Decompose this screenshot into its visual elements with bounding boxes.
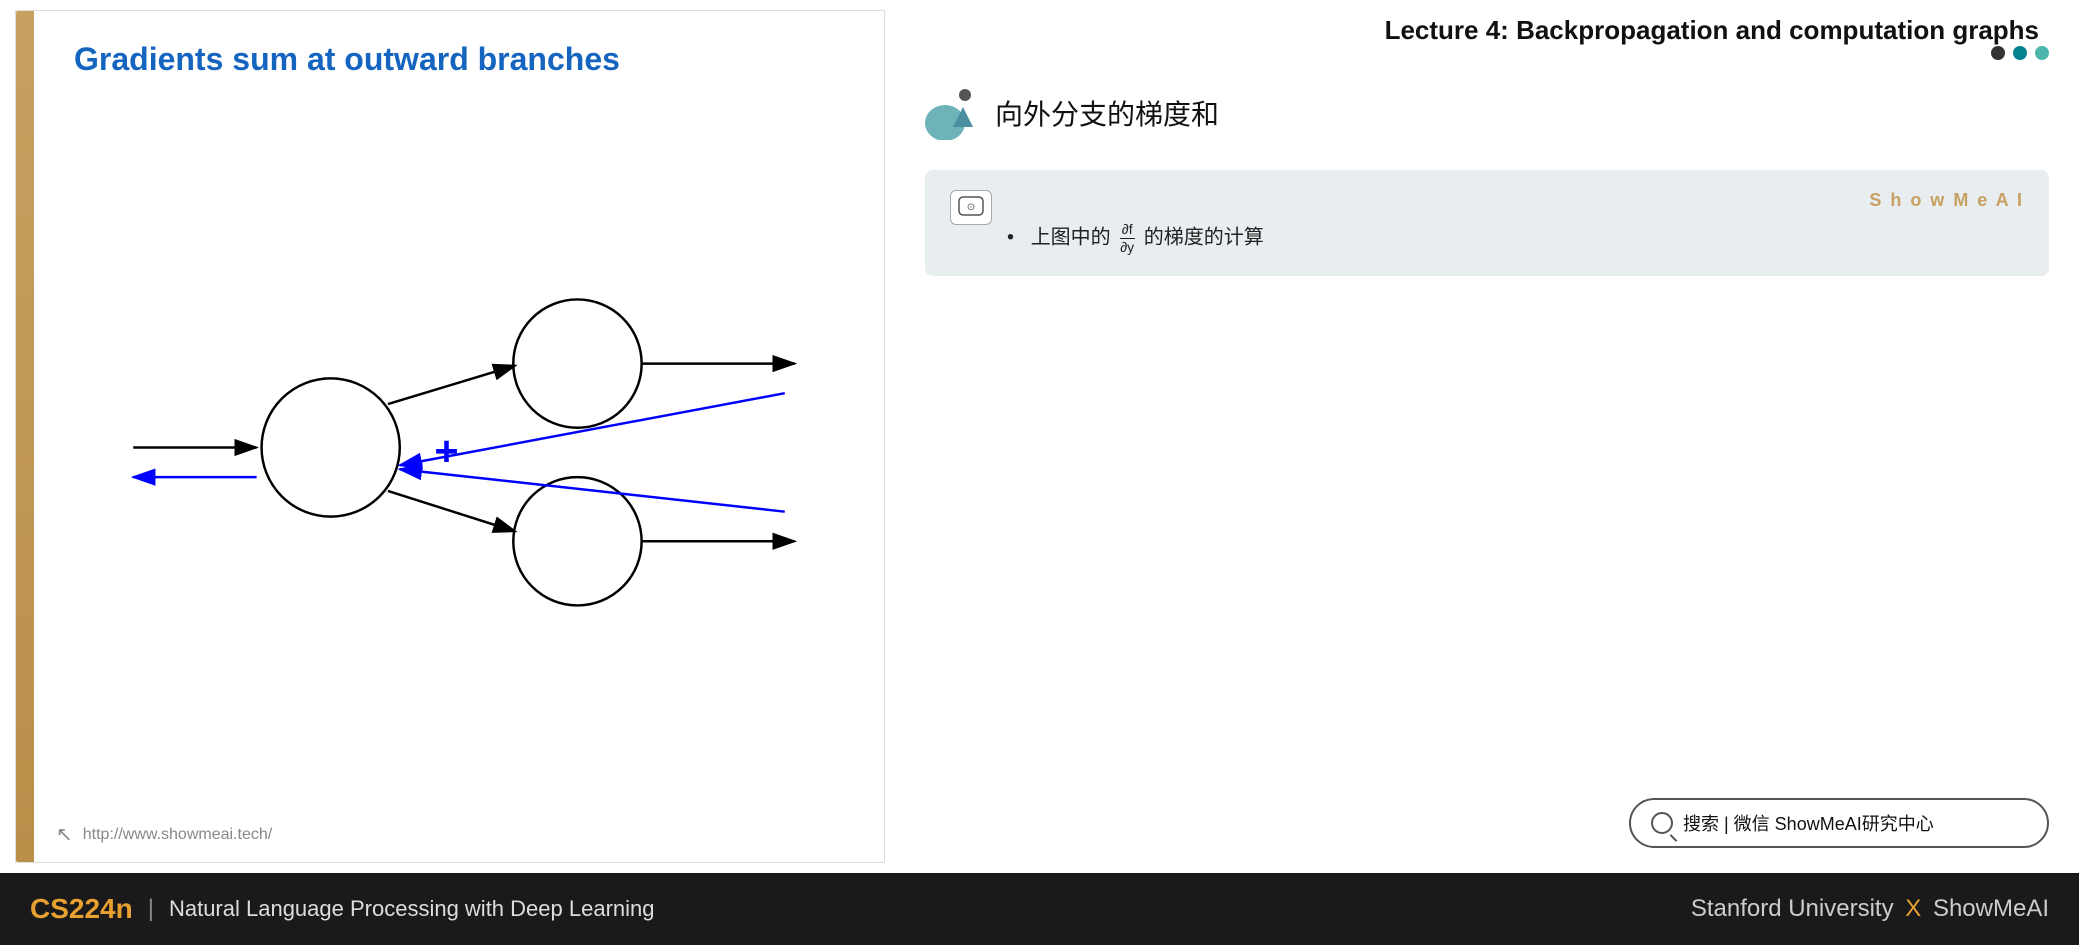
course-code: CS224n [30,893,133,925]
card-text: • 上图中的 ∂f ∂y 的梯度的计算 [1007,221,2024,256]
section-title: 向外分支的梯度和 [995,93,1219,133]
search-text: 搜索 | 微信 ShowMeAI研究中心 [1683,810,1934,836]
x-separator: X [1905,895,1921,922]
bottom-left: CS224n | Natural Language Processing wit… [30,893,655,925]
search-area: 搜索 | 微信 ShowMeAI研究中心 [925,798,2049,858]
slide-title: Gradients sum at outward branches [74,41,844,78]
text-suffix: 的梯度的计算 [1144,227,1264,249]
fraction-denominator: ∂y [1118,239,1136,256]
text-prefix: 上图中的 [1031,227,1111,249]
fraction: ∂f ∂y [1118,221,1136,256]
dots-row [1385,46,2049,60]
dot-light-teal [2035,46,2049,60]
svg-text:⊙: ⊙ [967,202,975,213]
slide-footer: ↖ http://www.showmeai.tech/ [16,807,884,862]
showmeai-label: S h o w M e A I [1007,190,2024,211]
diagram-area: + [74,118,844,777]
right-panel: Lecture 4: Backpropagation and computati… [895,0,2079,873]
card-content: S h o w M e A I • 上图中的 ∂f ∂y 的梯度的计算 [1007,190,2024,256]
fraction-numerator: ∂f [1120,221,1135,239]
slide-left-bar [16,11,34,862]
svg-text:+: + [434,427,458,474]
dot-dark [1991,46,2005,60]
diagram-svg: + [74,118,844,777]
course-name: Natural Language Processing with Deep Le… [169,896,655,922]
slide-url: http://www.showmeai.tech/ [83,826,272,844]
slide-panel: Gradients sum at outward branches [15,10,885,863]
bottom-bar: CS224n | Natural Language Processing wit… [0,873,2079,945]
lecture-title: Lecture 4: Backpropagation and computati… [1385,15,2049,46]
search-icon [1651,812,1673,834]
section-icon [925,85,980,140]
bottom-right: Stanford University X ShowMeAI [1691,895,2049,923]
section-header: 向外分支的梯度和 [925,85,2049,140]
showmeai-brand-footer: ShowMeAI [1933,895,2049,922]
ai-badge: ⊙ [950,190,992,225]
search-box[interactable]: 搜索 | 微信 ShowMeAI研究中心 [1629,798,2049,848]
cursor-icon: ↖ [56,822,73,847]
content-card: ⊙ S h o w M e A I • 上图中的 ∂f ∂y 的梯度的计算 [925,170,2049,276]
dot-teal [2013,46,2027,60]
bottom-divider: | [148,895,154,923]
bullet: • [1007,227,1014,249]
stanford-text: Stanford University [1691,895,1894,922]
